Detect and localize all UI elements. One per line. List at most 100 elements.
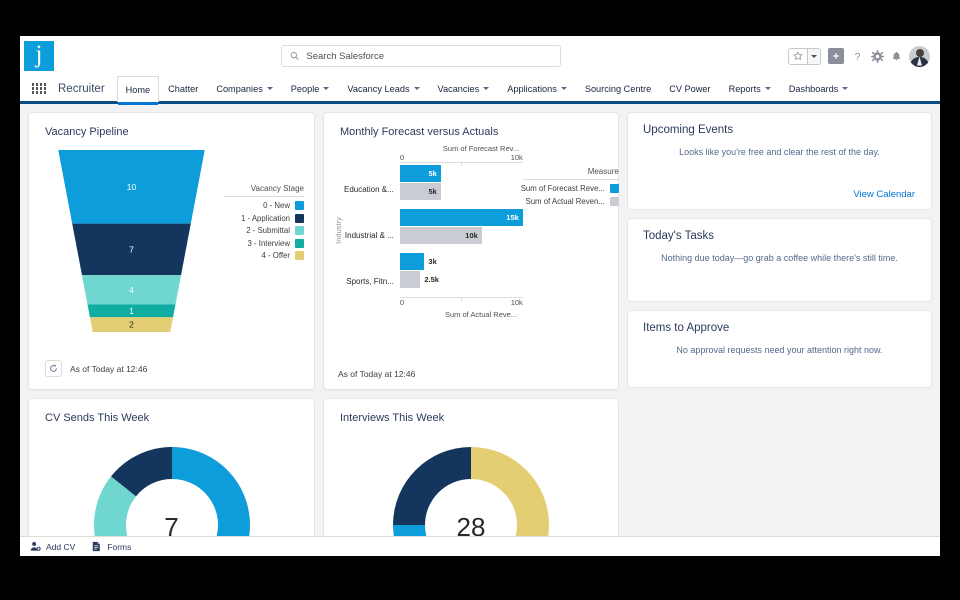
funnel-legend-label: 1 - Application [241, 213, 290, 223]
funnel-segment-value: 10 [127, 182, 137, 192]
forecast-xticks-bottom: 0 10k [399, 298, 523, 307]
forecast-legend-item[interactable]: Sum of Actual Reven... [523, 196, 619, 206]
global-header: j Search Salesforce ? [20, 36, 940, 76]
nav-item-vacancy-leads[interactable]: Vacancy Leads [338, 76, 428, 101]
utility-add-cv[interactable]: Add CV [30, 541, 75, 552]
add-plus-icon[interactable] [828, 48, 844, 64]
nav-item-cv-power[interactable]: CV Power [660, 76, 719, 101]
forecast-bar[interactable]: 5k [399, 183, 441, 200]
interviews-title: Interviews This Week [340, 412, 445, 424]
monthly-forecast-timestamp: As of Today at 12:46 [338, 369, 416, 379]
cv-sends-title: CV Sends This Week [45, 412, 150, 424]
forecast-cat-0: Education &... [344, 185, 394, 194]
user-avatar[interactable] [909, 45, 930, 67]
search-input[interactable] [306, 50, 552, 62]
nav-label: Vacancy Leads [347, 83, 410, 94]
forecast-legend: Measure Sum of Forecast Reve... Sum of Ac… [520, 153, 619, 307]
help-question-icon[interactable]: ? [851, 49, 864, 64]
dashboard-body: Vacancy Pipeline 10 7 4 1 2 Vacancy Stage 0 … [20, 104, 940, 536]
cv-sends-value: 7 [164, 512, 179, 536]
forecast-bar[interactable]: 5k [399, 165, 441, 182]
nav-item-people[interactable]: People [282, 76, 339, 101]
forecast-xticks-top: 0 10k [400, 153, 523, 162]
funnel-legend-item[interactable]: 3 - Interview [224, 238, 304, 248]
forecast-cat-1: Industrial & ... [344, 231, 394, 240]
funnel-legend-item[interactable]: 2 - Submittal [224, 226, 304, 235]
todays-tasks-title: Today's Tasks [643, 230, 715, 242]
app-logo[interactable]: j [24, 41, 54, 71]
forecast-legend-label: Sum of Actual Reven... [525, 196, 605, 206]
nav-item-sourcing-centre[interactable]: Sourcing Centre [576, 76, 660, 101]
forecast-bar[interactable]: 15k [399, 209, 523, 226]
forecast-bar[interactable] [399, 271, 421, 288]
forecast-xtick-1: 10k [510, 153, 523, 162]
funnel-legend: Vacancy Stage 0 - New 1 - Application 2 - … [224, 146, 304, 341]
dashboard-sidebar: Upcoming Events Looks like you're free a… [627, 112, 932, 536]
nav-item-companies[interactable]: Companies [207, 76, 281, 101]
chevron-down-icon [483, 87, 490, 90]
monthly-forecast-footer: As of Today at 12:46 [338, 369, 415, 379]
nav-label: Sourcing Centre [584, 83, 652, 94]
chevron-down-icon [323, 87, 330, 90]
upcoming-events-title: Upcoming Events [643, 124, 734, 136]
todays-tasks-message: Nothing due today—go grab a coffee while… [661, 253, 898, 263]
nav-item-reports[interactable]: Reports [720, 76, 780, 101]
notifications-bell-icon[interactable] [891, 50, 902, 63]
utility-bar: Add CV Forms [20, 536, 940, 556]
nav-label: Chatter [168, 83, 199, 94]
nav-item-vacancies[interactable]: Vacancies [429, 76, 499, 101]
funnel-legend-item[interactable]: 4 - Offer [224, 251, 304, 260]
forecast-legend-label: Sum of Forecast Reve... [520, 184, 605, 193]
funnel-legend-title: Vacancy Stage [224, 184, 304, 197]
nav-label: Reports [728, 83, 761, 94]
search-box[interactable] [281, 45, 561, 67]
funnel-legend-item[interactable]: 0 - New [224, 201, 304, 210]
setup-gear-icon[interactable] [871, 49, 884, 63]
upcoming-events-message: Looks like you're free and clear the res… [679, 147, 880, 157]
forecast-bar-row[interactable]: 2.5k [399, 271, 523, 288]
forecast-legend-item[interactable]: Sum of Forecast Reve... [520, 184, 619, 193]
funnel-segment-value: 4 [129, 285, 134, 295]
chevron-down-icon [266, 87, 273, 90]
interviews-value: 28 [456, 512, 486, 536]
forecast-chart-area: Sum of Forecast Rev... Industry Educatio… [324, 138, 619, 319]
forecast-legend-swatch [609, 196, 619, 206]
forecast-bar[interactable]: 10k [399, 227, 482, 244]
nav-item-applications[interactable]: Applications [498, 76, 576, 101]
items-to-approve-title: Items to Approve [643, 322, 730, 334]
funnel-legend-swatch [295, 213, 304, 223]
nav-item-chatter[interactable]: Chatter [159, 76, 207, 101]
dashboard-row-bottom: CV Sends This Week 7 Interviews This Wee… [28, 398, 619, 536]
forecast-top-axis-label: Sum of Forecast Rev... [442, 144, 520, 153]
funnel-legend-item[interactable]: 1 - Application [224, 213, 304, 223]
favorites-star-icon[interactable] [789, 49, 807, 64]
forecast-legend-title: Measure [522, 167, 619, 180]
favorites-group[interactable] [788, 47, 821, 65]
funnel-legend-swatch [295, 238, 304, 248]
forecast-bar[interactable] [399, 253, 425, 270]
funnel-segment-value: 7 [129, 244, 134, 254]
svg-text:?: ? [855, 51, 861, 63]
favorites-caret-icon[interactable] [807, 48, 820, 64]
forecast-bar-row[interactable]: 10k [399, 227, 523, 244]
forecast-bar-row[interactable]: 3k [399, 253, 523, 270]
forecast-bottom-axis-label: Sum of Actual Reve... [444, 310, 518, 319]
funnel-legend-label: 3 - Interview [247, 238, 290, 248]
forecast-bar-row[interactable]: 5k [399, 165, 523, 182]
monthly-forecast-card: Monthly Forecast versus Actuals Sum of F… [323, 112, 619, 390]
nav-item-home[interactable]: Home [116, 76, 160, 105]
forecast-bar-row[interactable]: 5k [399, 183, 523, 200]
forecast-bar-label: 2.5k [424, 275, 439, 284]
funnel-legend-swatch [295, 251, 304, 260]
nav-label: CV Power [669, 83, 711, 94]
forecast-bar-label: 3k [428, 257, 437, 266]
app-launcher-icon[interactable] [26, 76, 52, 101]
nav-item-dashboards[interactable]: Dashboards [780, 76, 858, 101]
view-calendar-link[interactable]: View Calendar [628, 189, 931, 209]
forecast-bar-row[interactable]: 15k [399, 209, 523, 226]
app-name: Recruiter [58, 82, 105, 95]
refresh-icon[interactable] [45, 360, 62, 377]
funnel-legend-label: 4 - Offer [261, 251, 290, 260]
vacancy-pipeline-footer: As of Today at 12:46 [45, 360, 147, 377]
utility-forms[interactable]: Forms [91, 541, 131, 552]
